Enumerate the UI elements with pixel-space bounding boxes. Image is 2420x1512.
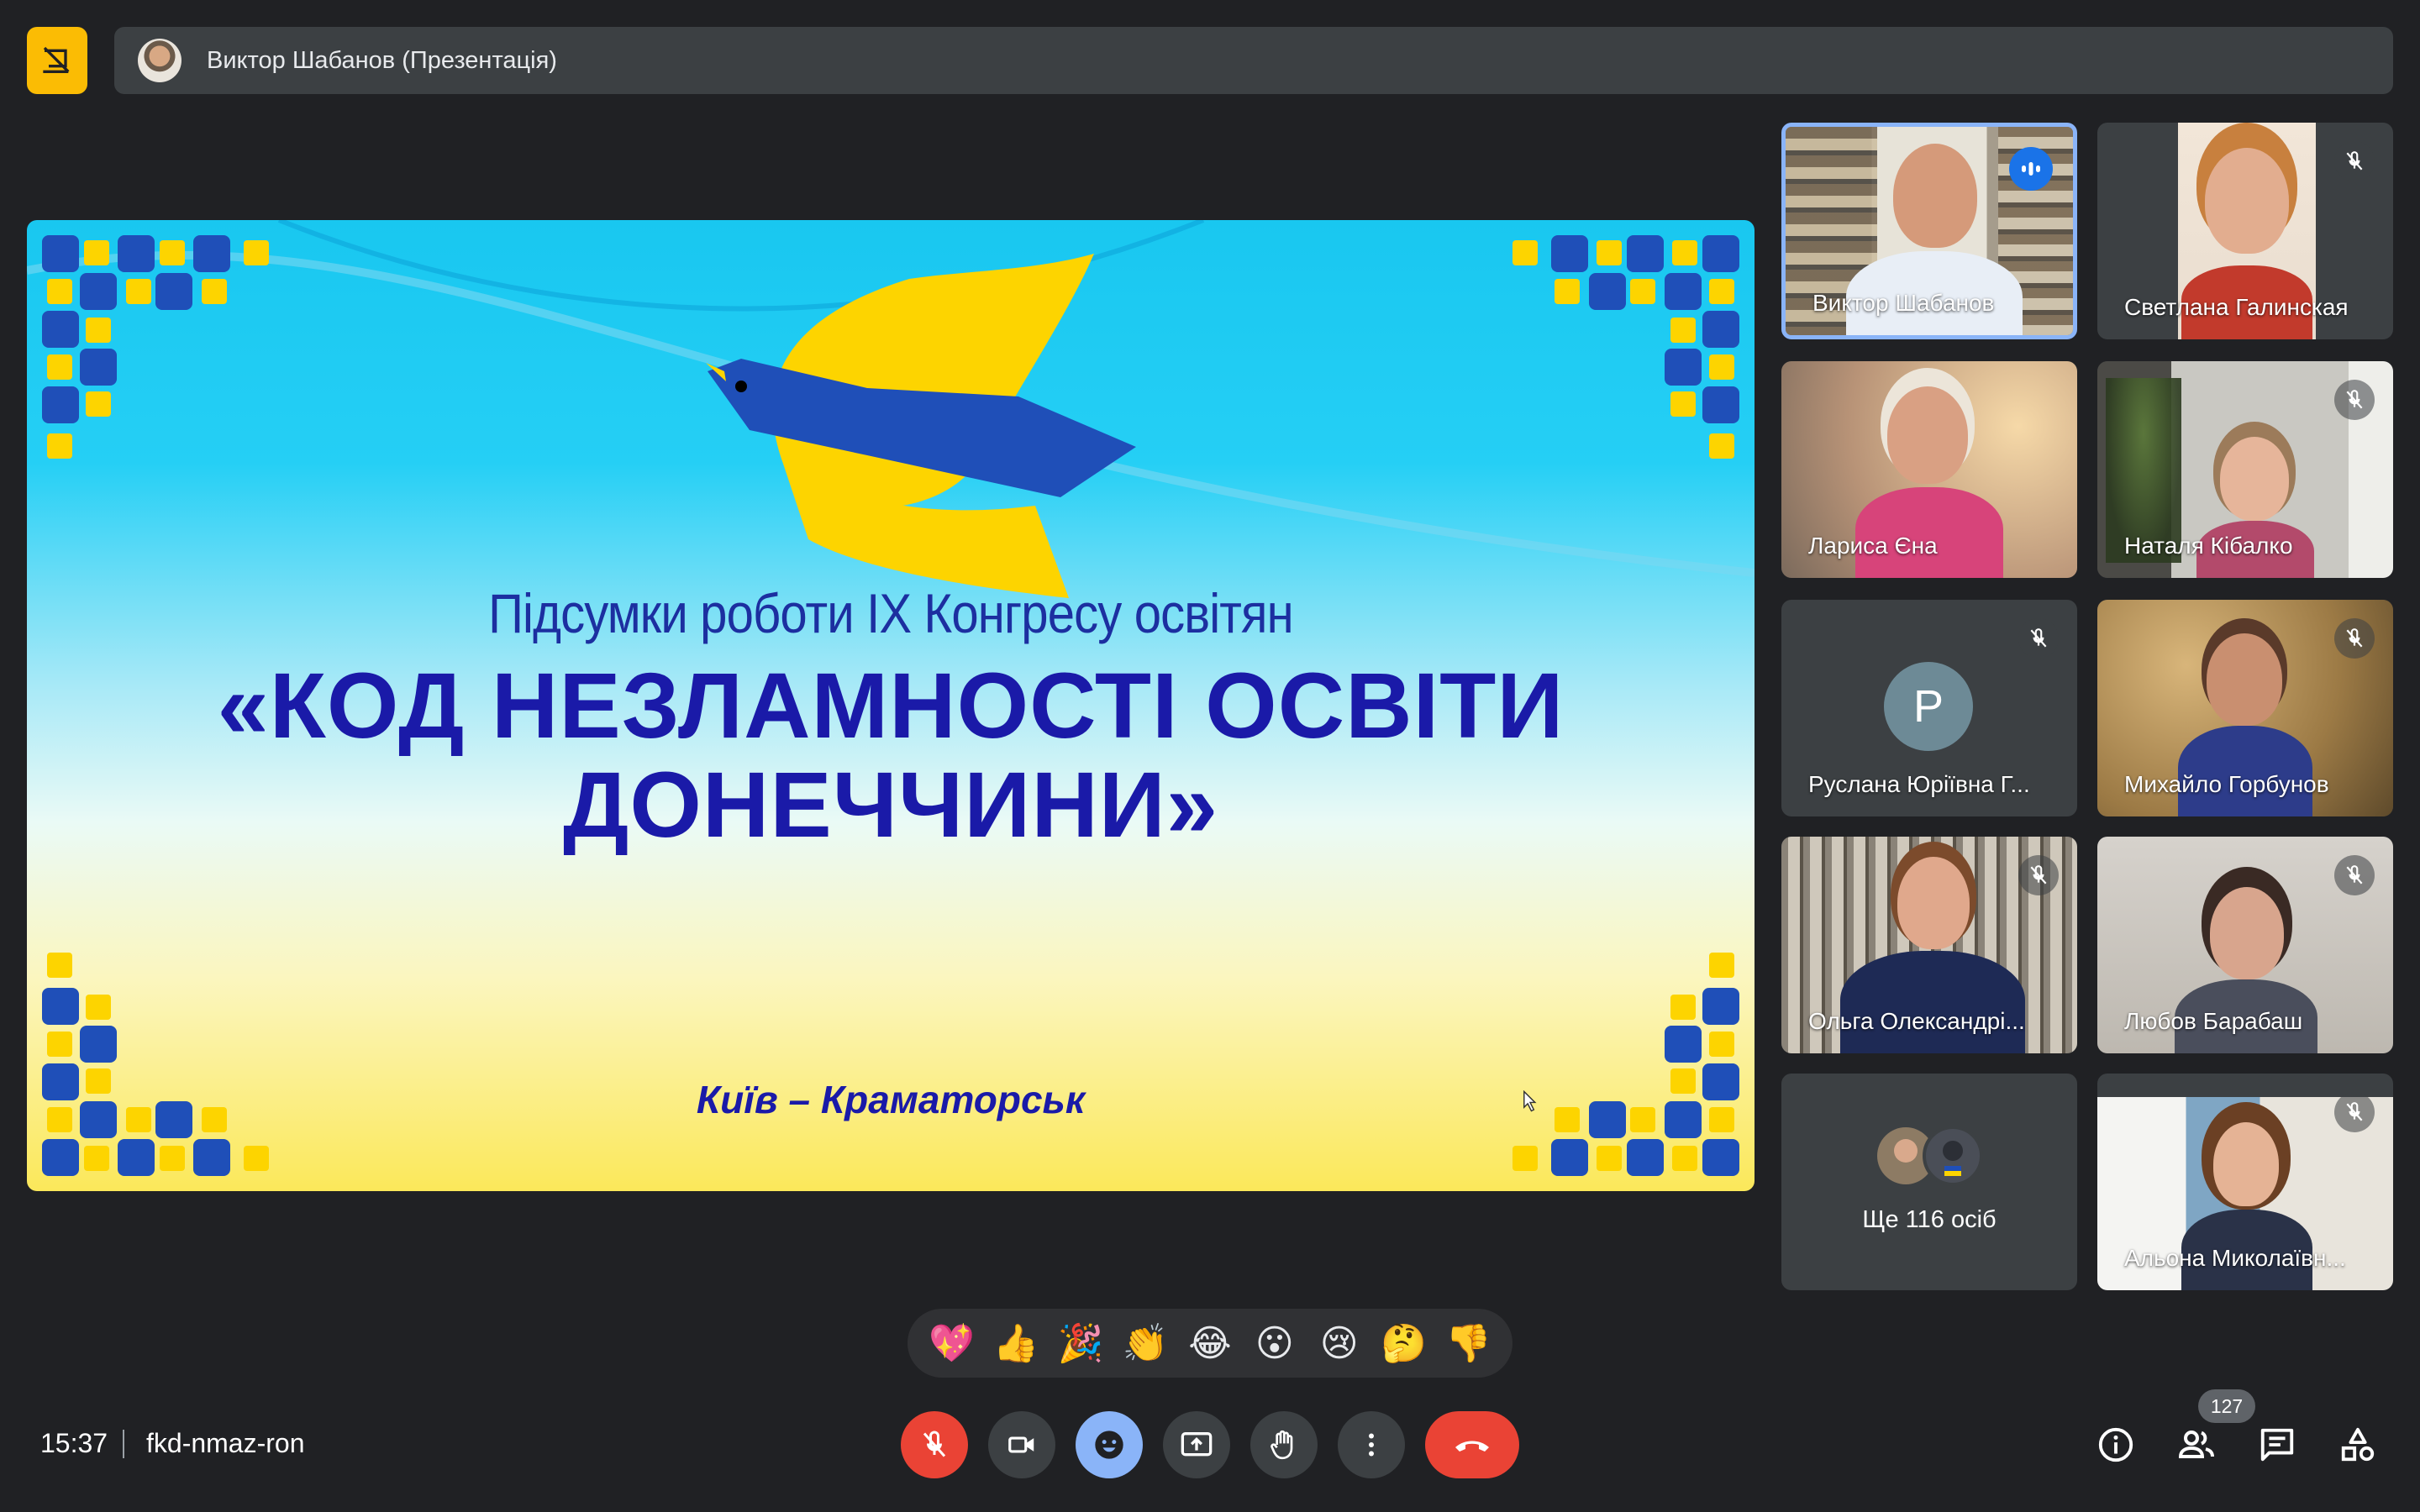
leave-call-button[interactable]	[1425, 1411, 1519, 1478]
slide-title-line2: ДОНЕЧЧИНИ»	[562, 753, 1219, 857]
people-count-badge: 127	[2198, 1389, 2255, 1423]
participant-name: Ольга Олександрі...	[1808, 1008, 2025, 1034]
participant-tile[interactable]: Р Руслана Юріївна Г...	[1781, 600, 2077, 816]
reaction-thumbs-down[interactable]: 👎	[1438, 1321, 1498, 1365]
more-participants-label: Ще 116 осіб	[1862, 1206, 1996, 1233]
call-end-icon	[1455, 1441, 1489, 1452]
participant-name: Светлана Галинская	[2124, 294, 2349, 320]
participant-name: Любов Барабаш	[2124, 1008, 2303, 1034]
camera-button[interactable]	[988, 1411, 1055, 1478]
corner-decoration-bottom-left	[42, 953, 269, 1176]
participant-name: Наталя Кібалко	[2124, 533, 2293, 559]
speaking-indicator-icon	[2009, 147, 2053, 191]
activities-icon	[2341, 1427, 2375, 1462]
reactions-bar: 💖 👍 🎉 👏 😂 😮 😢 🤔 👎	[908, 1309, 1512, 1378]
reaction-thumbs-up[interactable]: 👍	[986, 1321, 1046, 1365]
camera-icon	[1008, 1436, 1034, 1453]
corner-decoration-bottom-right	[1512, 953, 1739, 1176]
meeting-code: fkd-nmaz-ron	[146, 1428, 305, 1458]
people-button[interactable]	[2171, 1420, 2222, 1470]
presentation-bar[interactable]: Виктор Шабанов (Презентація)	[114, 27, 2393, 94]
participant-tile[interactable]: Лариса Єна	[1781, 361, 2077, 578]
mic-off-icon	[2018, 855, 2059, 895]
meeting-time: 15:37	[40, 1428, 108, 1458]
presenter-label: Виктор Шабанов (Презентація)	[207, 46, 557, 74]
slide-subtitle: Підсумки роботи IX Конгресу освітян	[488, 582, 1293, 644]
more-participants-tile[interactable]: Ще 116 осіб	[1781, 1074, 2077, 1290]
slide-title-line1: «КОД НЕЗЛАМНОСТІ ОСВІТИ	[217, 654, 1565, 758]
mic-off-icon	[2334, 141, 2375, 181]
slide-city: Київ – Краматорськ	[696, 1078, 1086, 1121]
reaction-laugh[interactable]: 😂	[1180, 1322, 1240, 1365]
reaction-heart[interactable]: 💖	[921, 1321, 981, 1365]
chat-button[interactable]	[2252, 1420, 2302, 1470]
emoji-icon	[1095, 1431, 1123, 1459]
mic-off-icon	[2334, 1092, 2375, 1132]
mic-off-icon	[2334, 855, 2375, 895]
mic-off-icon	[2334, 380, 2375, 420]
emoji-button[interactable]	[1076, 1411, 1143, 1478]
corner-decoration-top-left	[42, 235, 269, 459]
reaction-party[interactable]: 🎉	[1050, 1321, 1111, 1365]
present-screen-icon	[1181, 1432, 1213, 1457]
participant-name: Руслана Юріївна Г...	[1808, 771, 2030, 797]
stop-presenting-button[interactable]	[27, 27, 87, 94]
participant-tile[interactable]: Альона Миколаївн...	[2097, 1074, 2393, 1290]
corner-decoration-top-right	[1512, 235, 1739, 459]
avatar: Р	[1884, 662, 1973, 751]
participant-tile[interactable]: Светлана Галинская	[2097, 123, 2393, 339]
participant-tile[interactable]: Любов Барабаш	[2097, 837, 2393, 1053]
divider	[123, 1430, 124, 1458]
activities-button[interactable]	[2333, 1420, 2383, 1470]
presentation-slide: Підсумки роботи IX Конгресу освітян «КОД…	[27, 220, 1754, 1191]
participant-name: Михайло Горбунов	[2124, 771, 2329, 797]
slide-title: «КОД НЕЗЛАМНОСТІ ОСВІТИ ДОНЕЧЧИНИ»	[27, 657, 1754, 855]
more-options-button[interactable]	[1338, 1411, 1405, 1478]
participant-tile[interactable]: Михайло Горбунов	[2097, 600, 2393, 816]
participant-name: Альона Миколаївн...	[2124, 1245, 2346, 1271]
mic-off-icon	[923, 1431, 946, 1457]
mic-button[interactable]	[901, 1411, 968, 1478]
participant-name: Лариса Єна	[1808, 533, 1938, 559]
presenter-avatar	[138, 39, 182, 82]
more-vert-icon	[1369, 1433, 1374, 1457]
reaction-sad[interactable]: 😢	[1309, 1322, 1370, 1365]
stop-presenting-icon	[43, 46, 70, 73]
mic-off-icon	[2334, 618, 2375, 659]
info-icon	[2098, 1427, 2133, 1462]
participant-tile[interactable]: Виктор Шабанов	[1781, 123, 2077, 339]
people-icon	[2178, 1431, 2214, 1458]
participant-name: Виктор Шабанов	[1812, 290, 1995, 316]
mouse-pointer-icon	[1523, 1090, 1537, 1112]
meeting-details-button[interactable]	[2091, 1420, 2141, 1470]
chat-icon	[2260, 1428, 2294, 1462]
reaction-clap[interactable]: 👏	[1115, 1321, 1176, 1365]
reaction-surprised[interactable]: 😮	[1244, 1322, 1305, 1365]
raise-hand-icon	[1270, 1430, 1293, 1460]
present-button[interactable]	[1163, 1411, 1230, 1478]
reaction-thinking[interactable]: 🤔	[1374, 1321, 1434, 1365]
mic-off-icon	[2018, 618, 2059, 659]
raise-hand-button[interactable]	[1250, 1411, 1318, 1478]
more-participants-avatars	[1877, 1126, 1983, 1186]
participant-tile[interactable]: Ольга Олександрі...	[1781, 837, 2077, 1053]
participant-tile[interactable]: Наталя Кібалко	[2097, 361, 2393, 578]
